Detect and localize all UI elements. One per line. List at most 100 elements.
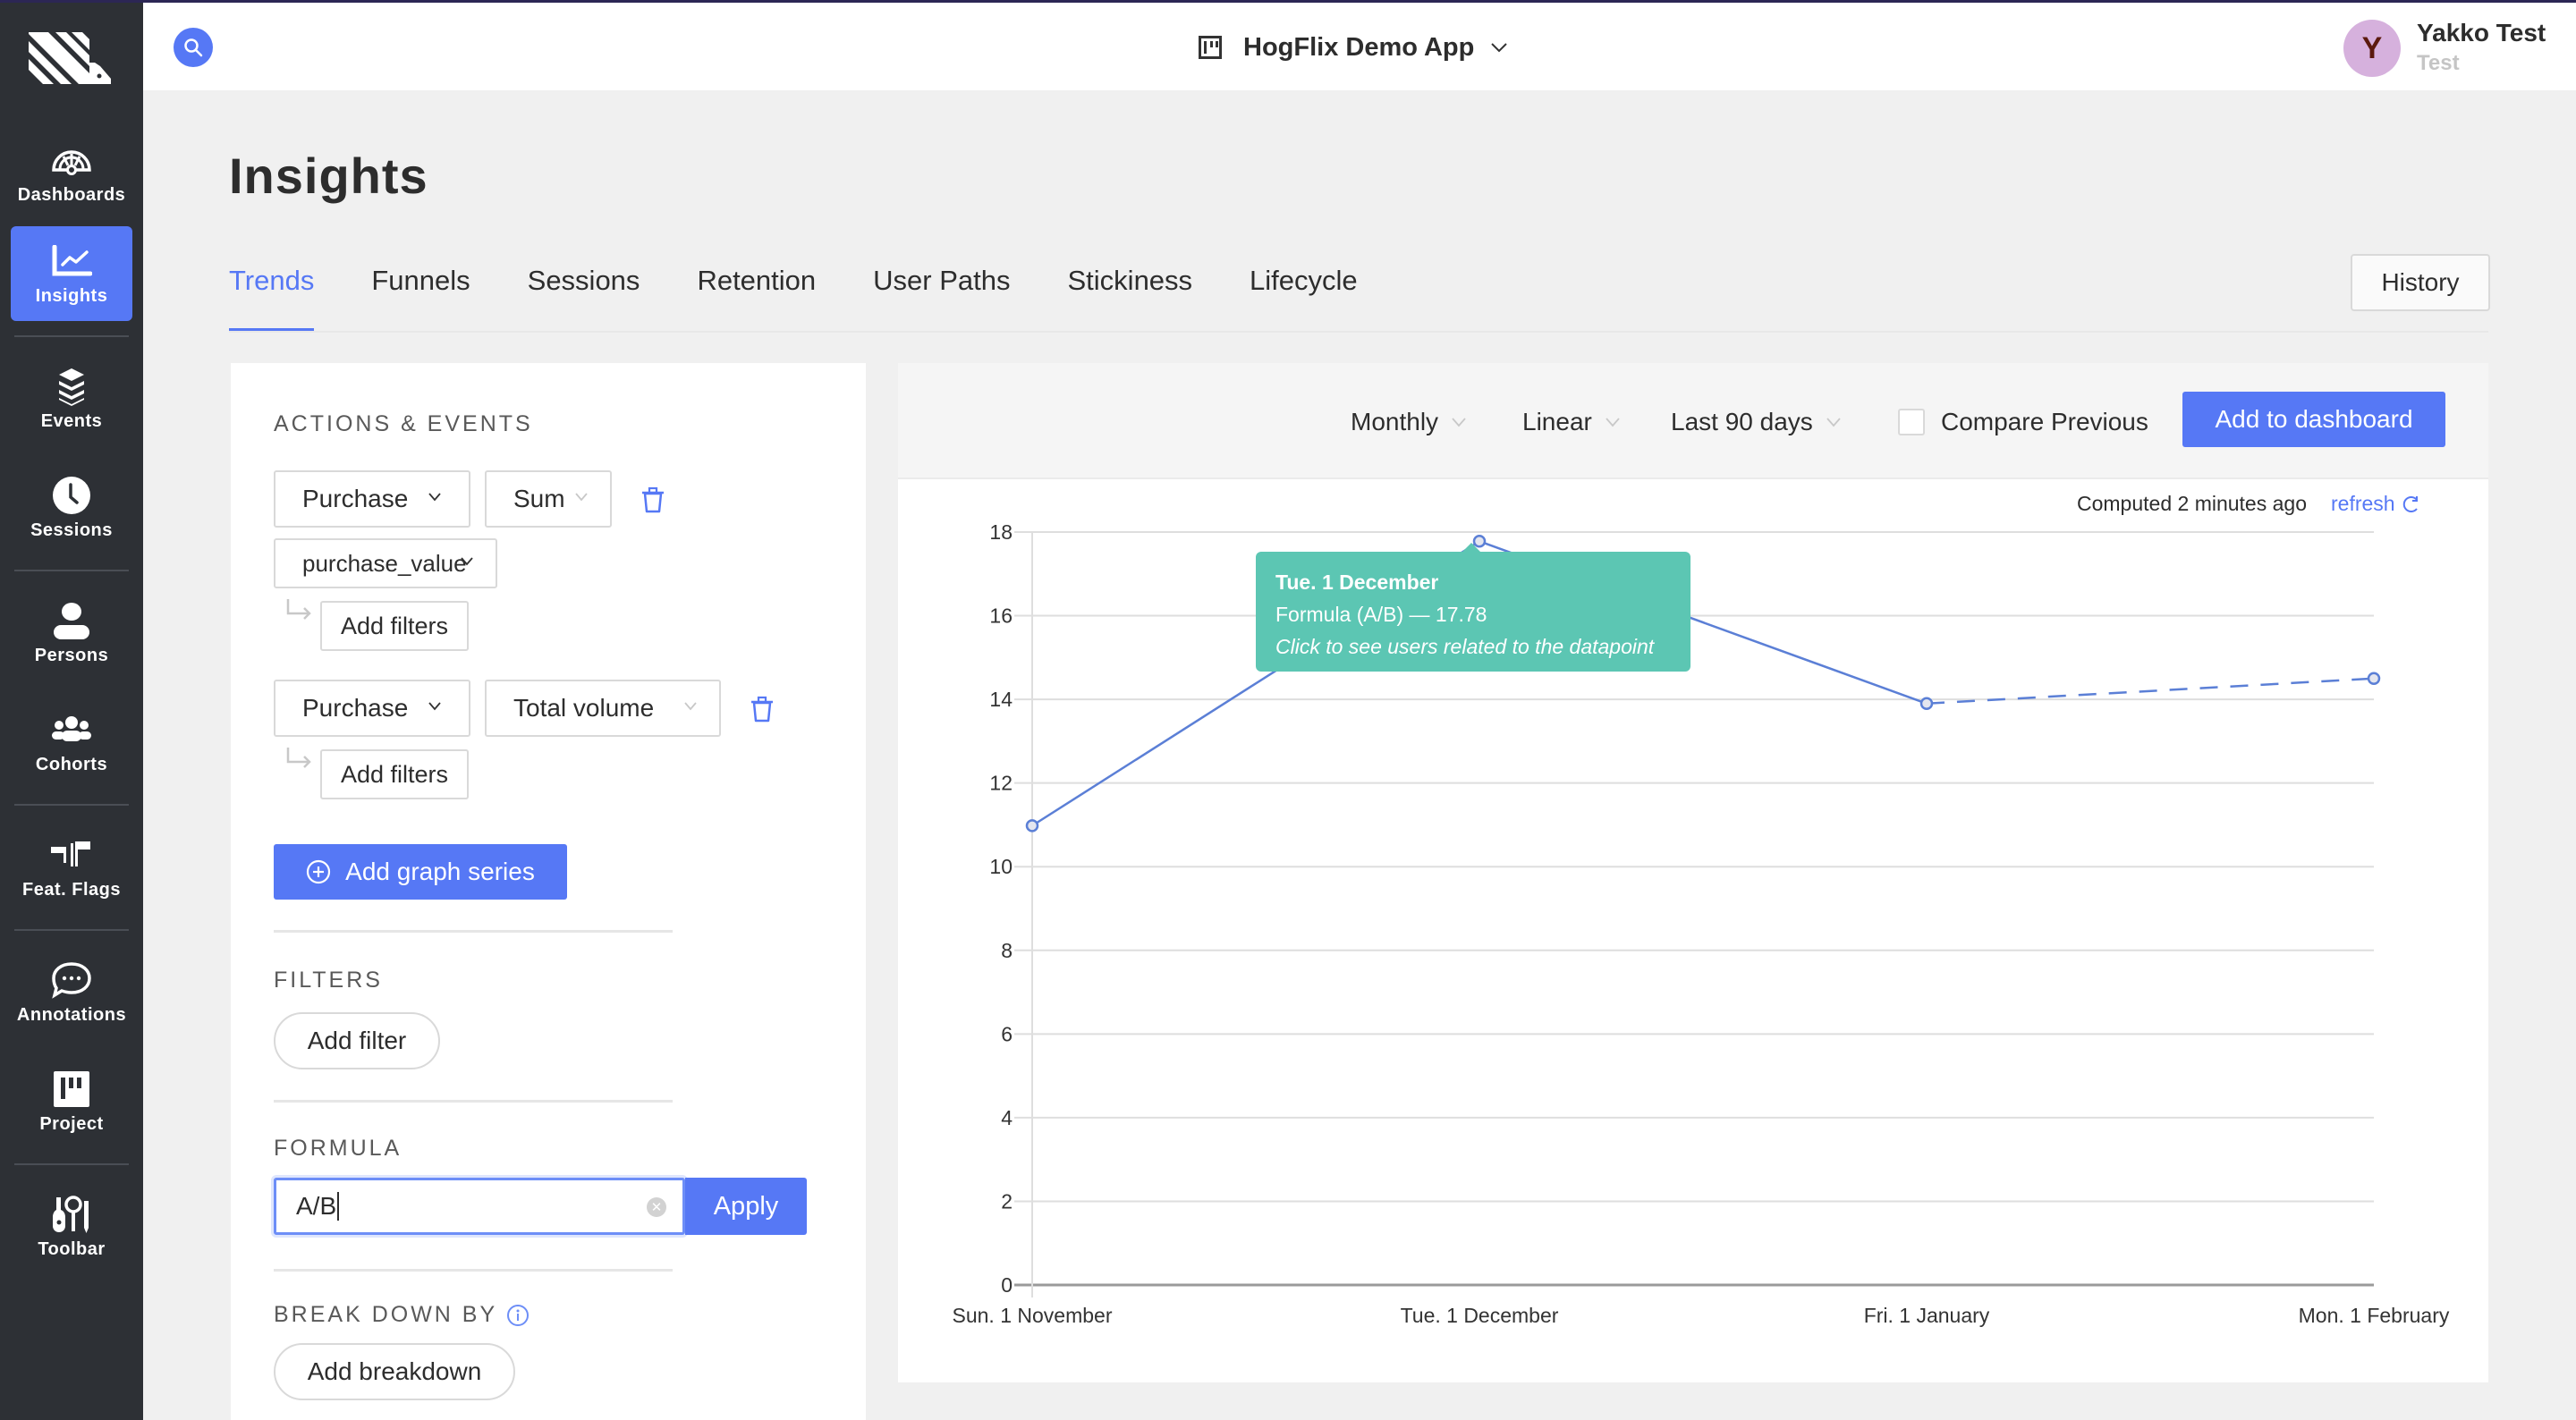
section-divider xyxy=(274,930,673,933)
insight-tabs: Trends Funnels Sessions Retention User P… xyxy=(229,259,1415,333)
add-to-dashboard-button[interactable]: Add to dashboard xyxy=(2182,392,2445,447)
x-tick-label: Mon. 1 February xyxy=(2299,1304,2450,1327)
sidebar: Dashboards Insights Events Sessions Pers… xyxy=(0,0,143,1420)
tab-trends[interactable]: Trends xyxy=(229,259,315,333)
chevron-down-icon xyxy=(1606,418,1620,427)
x-tick-label: Tue. 1 December xyxy=(1401,1304,1559,1327)
button-label: Add graph series xyxy=(345,858,535,885)
trend-line-chart[interactable]: 0 2 4 6 8 10 12 14 16 18 Sun. 1 November Tue. 1 Dec… xyxy=(898,479,2488,1382)
sidebar-item-label: Events xyxy=(40,410,103,431)
clock-icon xyxy=(50,476,93,515)
series-b-event-select[interactable]: Purchase xyxy=(274,680,470,737)
sidebar-item-sessions[interactable]: Sessions xyxy=(11,461,132,555)
y-tick-label: 0 xyxy=(1001,1273,1013,1297)
sidebar-item-project[interactable]: Project xyxy=(11,1054,132,1149)
sidebar-divider xyxy=(14,929,129,931)
compare-previous-checkbox[interactable] xyxy=(1898,409,1925,435)
user-name: Yakko Test xyxy=(2417,19,2546,46)
x-tick-label: Fri. 1 January xyxy=(1864,1304,1990,1327)
chevron-down-icon xyxy=(684,702,697,711)
add-breakdown-button[interactable]: Add breakdown xyxy=(274,1343,515,1400)
series-a-add-filters-button[interactable]: Add filters xyxy=(320,601,469,651)
y-tick-label: 4 xyxy=(1001,1106,1013,1129)
y-tick-label: 2 xyxy=(1001,1189,1013,1213)
sidebar-item-insights[interactable]: Insights xyxy=(11,226,132,321)
sidebar-item-label: Project xyxy=(39,1113,104,1134)
project-board-icon xyxy=(50,1069,93,1109)
series-a-property-select[interactable]: purchase_value xyxy=(274,538,497,588)
sidebar-item-label: Sessions xyxy=(30,520,113,540)
series-a-event-select[interactable]: Purchase xyxy=(274,470,470,528)
tab-sessions[interactable]: Sessions xyxy=(528,259,640,333)
user-menu[interactable]: Y Yakko Test Test xyxy=(2343,17,2546,80)
formula-input[interactable]: A/B ✕ xyxy=(274,1178,685,1235)
chevron-down-icon xyxy=(1826,418,1841,427)
search-button[interactable] xyxy=(174,28,213,67)
y-tick-label: 12 xyxy=(989,772,1013,795)
sidebar-item-label: Insights xyxy=(35,285,108,306)
info-icon[interactable] xyxy=(506,1304,530,1327)
scale-select[interactable]: Linear xyxy=(1522,404,1621,440)
sidebar-item-annotations[interactable]: Annotations xyxy=(11,945,132,1040)
posthog-logo-icon[interactable] xyxy=(29,32,111,84)
select-value: Purchase xyxy=(302,485,409,512)
project-switcher[interactable]: HogFlix Demo App xyxy=(1199,24,1508,71)
sidebar-item-feature-flags[interactable]: Feat. Flags xyxy=(11,820,132,915)
data-point[interactable] xyxy=(2367,672,2381,685)
sidebar-item-dashboards[interactable]: Dashboards xyxy=(11,125,132,220)
sidebar-item-label: Feat. Flags xyxy=(22,879,121,900)
apply-formula-button[interactable]: Apply xyxy=(685,1178,807,1235)
section-divider xyxy=(274,1269,673,1272)
series-b-math-select[interactable]: Total volume xyxy=(485,680,721,737)
data-point[interactable] xyxy=(1919,697,1934,711)
return-arrow-icon xyxy=(286,748,311,768)
clear-input-icon[interactable]: ✕ xyxy=(647,1197,666,1217)
dashboard-gauge-icon xyxy=(50,140,93,180)
delete-series-b-icon[interactable] xyxy=(750,696,775,723)
datapoint-tooltip[interactable]: Tue. 1 December Formula (A/B) — 17.78 Cl… xyxy=(1256,543,1690,672)
y-tick-label: 6 xyxy=(1001,1022,1013,1045)
series-a-math-select[interactable]: Sum xyxy=(485,470,612,528)
sidebar-item-label: Dashboards xyxy=(17,184,126,205)
chat-bubble-icon xyxy=(50,960,93,1000)
group-icon xyxy=(50,710,93,749)
actions-events-heading: ACTIONS & EVENTS xyxy=(274,411,533,436)
add-graph-series-button[interactable]: Add graph series xyxy=(274,844,567,900)
sidebar-divider xyxy=(14,804,129,806)
project-name: HogFlix Demo App xyxy=(1243,32,1475,62)
tab-lifecycle[interactable]: Lifecycle xyxy=(1250,259,1358,333)
sidebar-item-toolbar[interactable]: Toolbar xyxy=(11,1179,132,1274)
window-top-strip xyxy=(0,0,2576,3)
series-b-add-filters-button[interactable]: Add filters xyxy=(320,749,469,799)
select-value: Last 90 days xyxy=(1671,408,1813,435)
data-point[interactable] xyxy=(1025,819,1039,833)
sidebar-item-persons[interactable]: Persons xyxy=(11,586,132,680)
tab-retention[interactable]: Retention xyxy=(697,259,816,333)
compare-previous-toggle[interactable]: Compare Previous xyxy=(1898,404,2148,440)
tab-stickiness[interactable]: Stickiness xyxy=(1068,259,1193,333)
y-tick-label: 14 xyxy=(989,688,1013,711)
y-tick-label: 18 xyxy=(989,520,1013,544)
tab-user-paths[interactable]: User Paths xyxy=(873,259,1010,333)
sidebar-item-cohorts[interactable]: Cohorts xyxy=(11,695,132,790)
chart-gridlines xyxy=(1014,531,2374,1297)
date-range-select[interactable]: Last 90 days xyxy=(1671,404,1842,440)
sidebar-item-label: Toolbar xyxy=(38,1238,106,1259)
top-header: HogFlix Demo App Y Yakko Test Test xyxy=(143,3,2576,90)
chart-panel: Monthly Linear Last 90 days Compare Prev… xyxy=(898,363,2488,1382)
y-tick-label: 8 xyxy=(1001,939,1013,962)
sidebar-divider xyxy=(14,570,129,571)
avatar: Y xyxy=(2343,20,2401,77)
chevron-down-icon xyxy=(461,557,473,566)
history-button[interactable]: History xyxy=(2351,254,2490,311)
delete-series-a-icon[interactable] xyxy=(640,486,665,513)
tab-funnels[interactable]: Funnels xyxy=(371,259,470,333)
tooltip-hint: Click to see users related to the datapo… xyxy=(1275,635,1655,658)
interval-select[interactable]: Monthly xyxy=(1351,404,1467,440)
tooltip-date: Tue. 1 December xyxy=(1275,571,1439,594)
sidebar-item-label: Persons xyxy=(34,645,109,665)
add-filter-button[interactable]: Add filter xyxy=(274,1012,440,1069)
select-value: Linear xyxy=(1522,408,1592,435)
sidebar-item-events[interactable]: Events xyxy=(11,351,132,446)
sidebar-divider xyxy=(14,1163,129,1165)
